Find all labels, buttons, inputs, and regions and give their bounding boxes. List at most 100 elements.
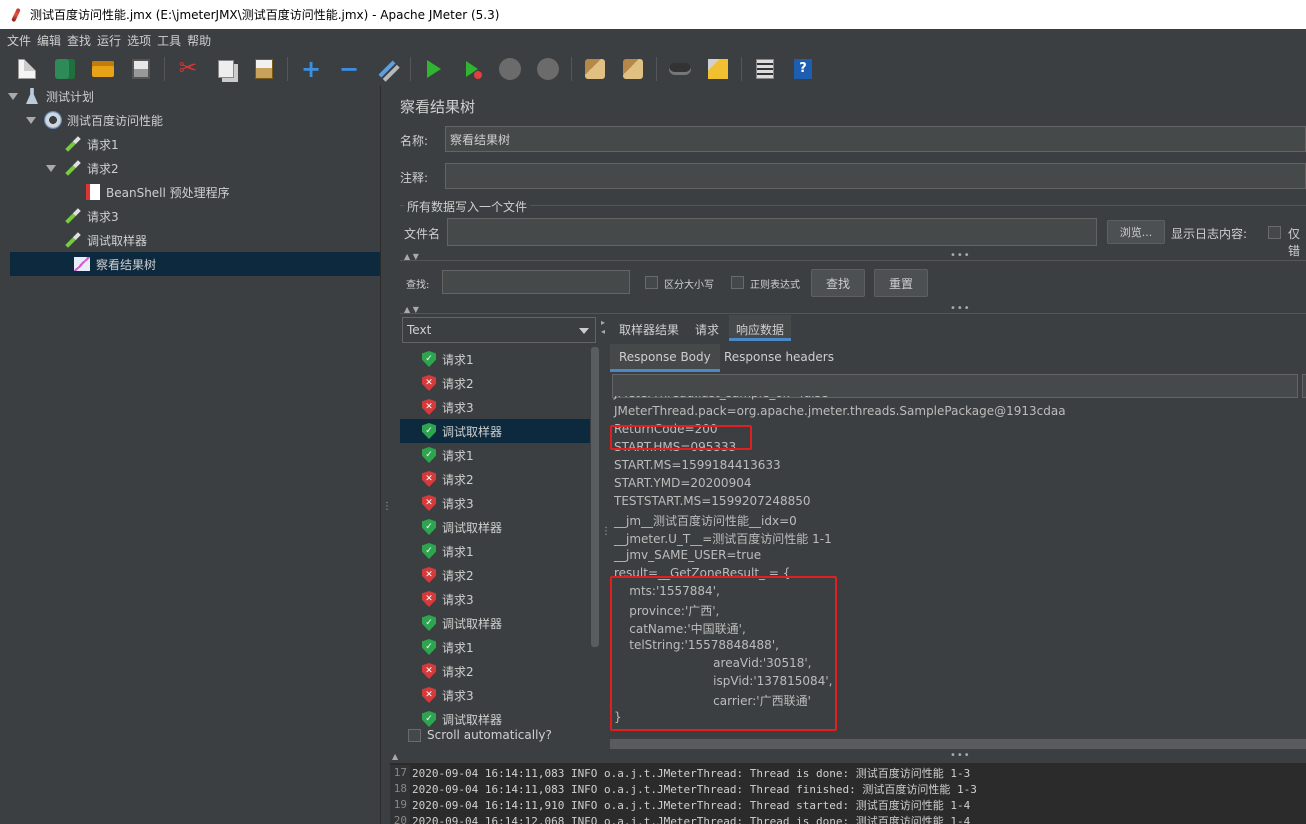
result-item[interactable]: ✓ 调试取样器 <box>400 707 590 727</box>
tree-item-debug-sampler[interactable]: 调试取样器 <box>0 228 381 252</box>
tree-item-beanshell[interactable]: BeanShell 预处理程序 <box>0 180 381 204</box>
result-item[interactable]: ✓ 调试取样器 <box>400 611 590 635</box>
tab-request[interactable]: 请求 <box>695 321 719 338</box>
result-item[interactable]: ✓ 请求1 <box>400 443 590 467</box>
splitter-dots[interactable]: ••• <box>950 750 971 761</box>
result-item-label: 调试取样器 <box>442 712 503 727</box>
failure-shield-icon: ✕ <box>422 375 436 391</box>
tree-item-request1[interactable]: 请求1 <box>0 132 381 156</box>
tab-scroll-arrows-icon[interactable]: ▸ ◂ <box>601 318 606 338</box>
title-bar: 测试百度访问性能.jmx (E:\jmeterJMX\测试百度访问性能.jmx)… <box>0 0 1306 29</box>
templates-button[interactable] <box>53 57 77 81</box>
menu-file[interactable]: 文件 <box>4 32 34 49</box>
shutdown-button[interactable] <box>536 57 560 81</box>
clear-all-button[interactable] <box>621 57 645 81</box>
start-button[interactable] <box>422 57 446 81</box>
reset-search-button[interactable] <box>706 57 730 81</box>
result-item[interactable]: ✕ 请求2 <box>400 563 590 587</box>
regex-checkbox[interactable] <box>731 276 744 289</box>
errors-only-checkbox[interactable] <box>1268 226 1281 239</box>
response-horizontal-scrollbar[interactable] <box>610 739 1306 749</box>
tree-item-test-plan[interactable]: 测试计划 <box>0 84 381 108</box>
reset-search-icon <box>708 58 728 79</box>
expand-button[interactable]: + <box>299 57 323 81</box>
collapse-button[interactable]: − <box>337 57 361 81</box>
result-item-label: 调试取样器 <box>442 616 503 631</box>
result-item[interactable]: ✓ 调试取样器 <box>400 515 590 539</box>
menu-search[interactable]: 查找 <box>64 32 94 49</box>
tree-item-request3[interactable]: 请求3 <box>0 204 381 228</box>
expand-toggle-icon[interactable] <box>8 92 18 100</box>
result-item[interactable]: ✕ 请求2 <box>400 467 590 491</box>
result-list-scrollbar[interactable] <box>591 347 599 647</box>
search-button[interactable] <box>668 57 692 81</box>
scroll-auto-label: Scroll automatically? <box>427 728 552 742</box>
start-no-pauses-button[interactable] <box>460 57 484 81</box>
comment-label: 注释: <box>400 171 429 185</box>
subtab-response-body[interactable]: Response Body <box>610 344 720 372</box>
results-tree-icon <box>74 257 90 271</box>
help-button[interactable]: ? <box>791 57 815 81</box>
tree-item-thread-group[interactable]: 测试百度访问性能 <box>0 108 381 132</box>
subtab-response-headers[interactable]: Response headers <box>724 350 834 364</box>
tree-item-results-tree[interactable]: 察看结果树 <box>10 252 380 276</box>
response-line: START.MS=1599184413633 <box>614 458 781 472</box>
renderer-select[interactable]: Text <box>402 317 596 343</box>
failure-shield-icon: ✕ <box>422 663 436 679</box>
filename-input[interactable] <box>447 218 1097 246</box>
reset-button[interactable]: 重置 <box>874 269 928 297</box>
log-line: 19 2020-09-04 16:14:11,910 INFO o.a.j.t.J… <box>390 797 970 813</box>
collapse-arrows-icon[interactable]: ▲ <box>392 752 398 761</box>
result-item[interactable]: ✕ 请求3 <box>400 683 590 707</box>
comment-field[interactable] <box>445 163 1306 189</box>
copy-button[interactable] <box>214 57 238 81</box>
result-item[interactable]: ✓ 调试取样器 <box>400 419 590 443</box>
result-item[interactable]: ✕ 请求3 <box>400 587 590 611</box>
tab-sampler-result[interactable]: 取样器结果 <box>619 321 679 338</box>
response-line: __jmv_SAME_USER=true <box>614 548 762 562</box>
response-search-button[interactable] <box>1302 374 1306 398</box>
test-plan-tree: 测试计划 测试百度访问性能 请求1 请求2 BeanShell 预处理程序 请求… <box>0 86 381 824</box>
scroll-auto-checkbox[interactable] <box>408 729 421 742</box>
menu-run[interactable]: 运行 <box>94 32 124 49</box>
name-field[interactable]: 察看结果树 <box>445 126 1306 152</box>
browse-button[interactable]: 浏览... <box>1107 220 1165 244</box>
search-input[interactable] <box>442 270 630 294</box>
paste-button[interactable] <box>252 57 276 81</box>
function-helper-button[interactable] <box>753 57 777 81</box>
start-no-pauses-icon <box>466 60 482 79</box>
toggle-button[interactable] <box>375 57 399 81</box>
case-sensitive-checkbox[interactable] <box>645 276 658 289</box>
tree-item-request2[interactable]: 请求2 <box>0 156 381 180</box>
tree-item-label: 测试百度访问性能 <box>67 113 164 128</box>
find-button[interactable]: 查找 <box>811 269 865 297</box>
case-sensitive-label: 区分大小写 <box>664 280 714 291</box>
result-item[interactable]: ✓ 请求1 <box>400 539 590 563</box>
save-button[interactable] <box>129 57 153 81</box>
menu-edit[interactable]: 编辑 <box>34 32 64 49</box>
stop-button[interactable] <box>498 57 522 81</box>
result-item[interactable]: ✕ 请求3 <box>400 491 590 515</box>
log-line-number: 17 <box>390 765 410 781</box>
result-item-label: 调试取样器 <box>442 520 503 535</box>
result-item[interactable]: ✕ 请求3 <box>400 395 590 419</box>
renderer-selected: Text <box>407 323 432 337</box>
copy-icon <box>218 59 234 78</box>
response-search-field[interactable] <box>612 374 1298 398</box>
clear-button[interactable] <box>583 57 607 81</box>
result-item-label: 调试取样器 <box>442 424 503 439</box>
new-button[interactable] <box>15 57 39 81</box>
expand-toggle-icon[interactable] <box>26 116 36 124</box>
expand-toggle-icon[interactable] <box>46 164 56 172</box>
result-item[interactable]: ✕ 请求2 <box>400 659 590 683</box>
result-item[interactable]: ✓ 请求1 <box>400 635 590 659</box>
tab-response-data[interactable]: 响应数据 <box>729 315 792 341</box>
result-item[interactable]: ✓ 请求1 <box>400 347 590 371</box>
result-item-label: 请求3 <box>442 496 474 511</box>
menu-options[interactable]: 选项 <box>124 32 154 49</box>
open-button[interactable] <box>91 57 115 81</box>
menu-help[interactable]: 帮助 <box>184 32 214 49</box>
cut-button[interactable]: ✂ <box>176 56 200 81</box>
result-item[interactable]: ✕ 请求2 <box>400 371 590 395</box>
menu-tools[interactable]: 工具 <box>154 32 184 49</box>
